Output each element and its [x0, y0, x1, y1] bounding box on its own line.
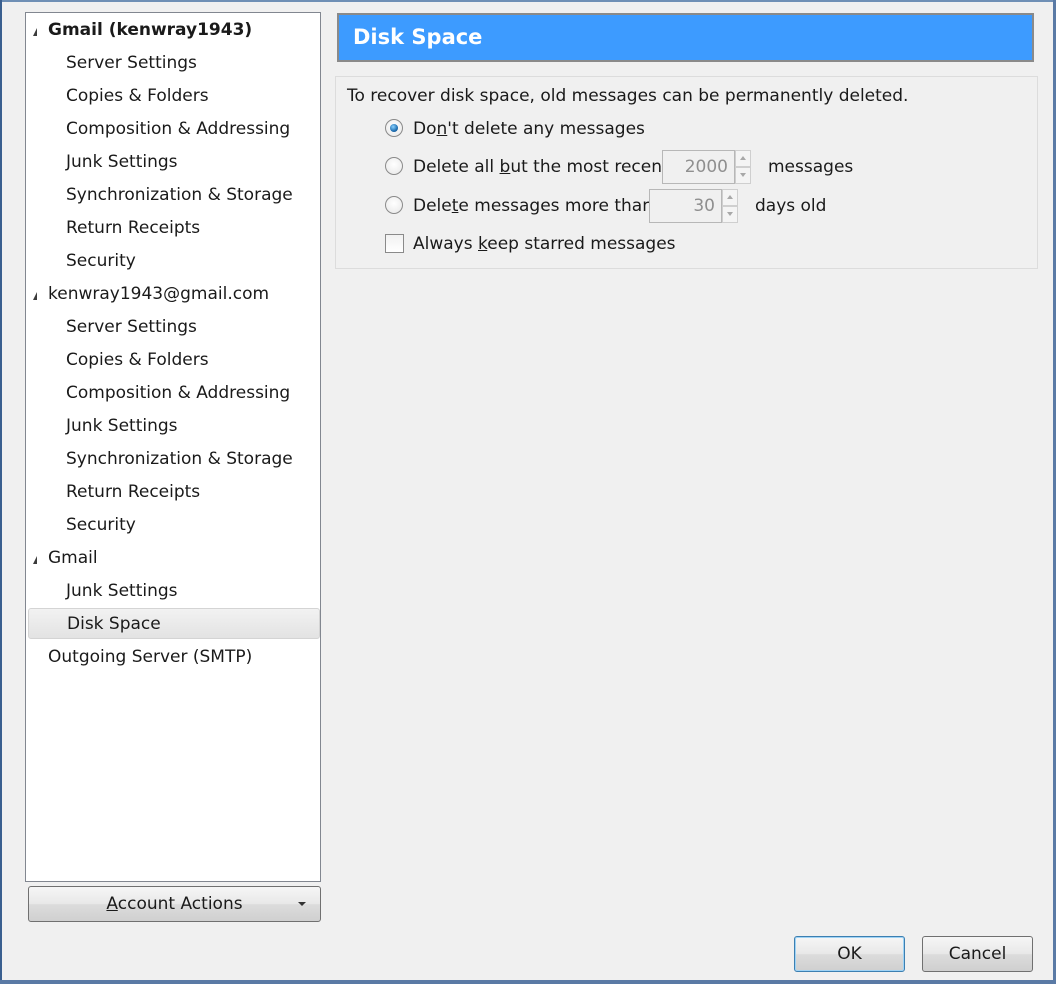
radio-button-icon[interactable] — [385, 157, 403, 175]
ok-button[interactable]: OK — [794, 936, 905, 972]
tree-item-security[interactable]: Security — [28, 246, 320, 277]
window-border-top — [0, 0, 1056, 2]
account-actions-button[interactable]: Account Actions — [28, 886, 321, 922]
window-border-bottom — [0, 980, 1056, 984]
dropdown-arrow-icon — [298, 902, 306, 906]
tree-account-label: Gmail — [48, 548, 98, 568]
tree-item-label: Copies & Folders — [66, 86, 209, 106]
tree-account-label: Gmail (kenwray1943) — [48, 20, 253, 40]
tree-account-label: kenwray1943@gmail.com — [48, 284, 270, 304]
expand-triangle-icon[interactable] — [33, 28, 37, 36]
recent-messages-count-input[interactable]: 2000 — [662, 150, 735, 184]
tree-item-label: Security — [66, 251, 136, 271]
radio-label: Delete all but the most recent — [413, 157, 669, 177]
radio-label: Delete messages more than — [413, 196, 654, 216]
tree-item-return-receipts[interactable]: Return Receipts — [28, 213, 320, 244]
tree-item-label: Composition & Addressing — [66, 383, 291, 403]
disk-space-description: To recover disk space, old messages can … — [347, 86, 909, 106]
expand-triangle-icon[interactable] — [33, 292, 37, 300]
spin-up-icon[interactable] — [722, 189, 738, 206]
account-actions-label: Account Actions — [106, 894, 243, 914]
tree-item-label: Return Receipts — [66, 218, 201, 238]
spin-down-icon[interactable] — [735, 167, 751, 184]
tree-item-label: Disk Space — [67, 614, 161, 634]
tree-item-composition-addressing[interactable]: Composition & Addressing — [28, 114, 320, 145]
tree-item-label: Synchronization & Storage — [66, 449, 293, 469]
tree-item-disk-space[interactable]: Disk Space — [28, 608, 320, 639]
tree-item-label: Composition & Addressing — [66, 119, 291, 139]
tree-item-label: Junk Settings — [66, 416, 178, 436]
days-old-input[interactable]: 30 — [649, 189, 722, 223]
tree-item-outgoing-server[interactable]: Outgoing Server (SMTP) — [28, 642, 320, 673]
tree-item-synchronization-storage[interactable]: Synchronization & Storage — [28, 444, 320, 475]
tree-item-return-receipts[interactable]: Return Receipts — [28, 477, 320, 508]
window-border-left — [0, 0, 2, 984]
cancel-button[interactable]: Cancel — [922, 936, 1033, 972]
tree-item-label: Synchronization & Storage — [66, 185, 293, 205]
tree-item-copies-folders[interactable]: Copies & Folders — [28, 81, 320, 112]
days-old-suffix: days old — [755, 196, 827, 216]
tree-item-label: Outgoing Server (SMTP) — [48, 647, 253, 667]
tree-item-server-settings[interactable]: Server Settings — [28, 48, 320, 79]
spin-up-icon[interactable] — [735, 150, 751, 167]
tree-item-junk-settings[interactable]: Junk Settings — [28, 576, 320, 607]
tree-item-label: Server Settings — [66, 317, 197, 337]
tree-account-gmail-kenwray1943[interactable]: Gmail (kenwray1943) — [28, 15, 320, 46]
panel-title: Disk Space — [337, 13, 1034, 62]
checkbox-label: Always keep starred messages — [413, 234, 676, 254]
radio-button-icon[interactable] — [385, 119, 403, 137]
tree-account-kenwray1943-gmail[interactable]: kenwray1943@gmail.com — [28, 279, 320, 310]
recent-messages-suffix: messages — [768, 157, 854, 177]
radio-button-icon[interactable] — [385, 196, 403, 214]
radio-label: Don't delete any messages — [413, 119, 645, 139]
tree-item-junk-settings[interactable]: Junk Settings — [28, 147, 320, 178]
tree-item-label: Server Settings — [66, 53, 197, 73]
tree-item-label: Junk Settings — [66, 152, 178, 172]
tree-item-synchronization-storage[interactable]: Synchronization & Storage — [28, 180, 320, 211]
tree-item-server-settings[interactable]: Server Settings — [28, 312, 320, 343]
tree-item-label: Security — [66, 515, 136, 535]
tree-account-gmail[interactable]: Gmail — [28, 543, 320, 574]
checkbox-icon[interactable] — [385, 234, 404, 253]
tree-item-security[interactable]: Security — [28, 510, 320, 541]
tree-item-composition-addressing[interactable]: Composition & Addressing — [28, 378, 320, 409]
tree-item-label: Copies & Folders — [66, 350, 209, 370]
tree-item-label: Return Receipts — [66, 482, 201, 502]
tree-item-junk-settings[interactable]: Junk Settings — [28, 411, 320, 442]
days-old-stepper[interactable] — [722, 189, 738, 223]
spin-down-icon[interactable] — [722, 206, 738, 223]
recent-messages-stepper[interactable] — [735, 150, 751, 184]
account-tree[interactable]: Gmail (kenwray1943) Server Settings Copi… — [25, 12, 321, 882]
expand-triangle-icon[interactable] — [33, 556, 37, 564]
tree-item-copies-folders[interactable]: Copies & Folders — [28, 345, 320, 376]
tree-item-label: Junk Settings — [66, 581, 178, 601]
